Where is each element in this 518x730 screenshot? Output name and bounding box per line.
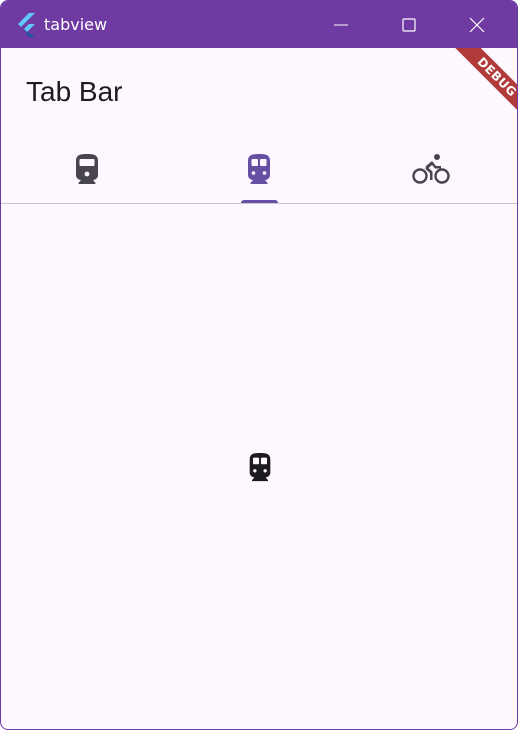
window-title: tabview: [44, 15, 108, 34]
tab-content: [1, 204, 517, 729]
app-window: tabview Tab Bar DEBUG: [0, 0, 518, 730]
subway-icon: [249, 452, 271, 482]
tab-bike[interactable]: [345, 136, 517, 202]
close-icon: [469, 17, 485, 32]
tab-subway[interactable]: [173, 136, 345, 202]
minimize-icon: [334, 24, 348, 25]
page-title: Tab Bar: [26, 76, 123, 107]
title-bar[interactable]: tabview: [1, 1, 517, 48]
train-icon: [76, 154, 98, 184]
tab-bar: [1, 136, 517, 204]
bike-icon: [412, 154, 450, 184]
close-button[interactable]: [443, 1, 511, 48]
maximize-icon: [402, 17, 416, 32]
subway-icon: [248, 154, 270, 184]
tab-train[interactable]: [1, 136, 173, 202]
minimize-button[interactable]: [307, 1, 375, 48]
flutter-logo-icon: [18, 13, 35, 37]
app-bar: Tab Bar: [1, 48, 517, 136]
maximize-button[interactable]: [375, 1, 443, 48]
